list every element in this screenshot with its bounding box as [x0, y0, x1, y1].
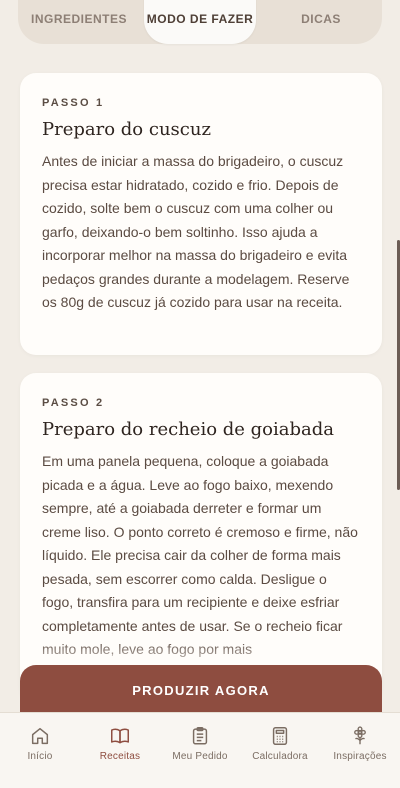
step-text: Antes de iniciar a massa do brigadeiro, … [42, 153, 350, 310]
recipe-tabs: INGREDIENTES MODO DE FAZER DICAS [18, 0, 382, 44]
nav-item-inspiracoes[interactable]: Inspirações [320, 725, 400, 762]
flower-icon [354, 726, 366, 745]
nav-label: Receitas [99, 751, 141, 762]
nav-item-inicio[interactable]: Início [0, 725, 80, 762]
step-label: PASSO 2 [42, 397, 105, 409]
step-label: PASSO 1 [42, 97, 105, 109]
step-title: Preparo do recheio de goiabada [42, 419, 335, 440]
home-icon [31, 727, 49, 745]
nav-label: Inspirações [333, 751, 387, 762]
tab-dicas[interactable]: DICAS [260, 12, 382, 26]
book-icon [111, 728, 129, 744]
step-card-1: PASSO 1 Preparo do cuscuz Antes de inici… [20, 73, 382, 355]
bottom-nav: Início Receitas Meu Pedido Calculadora I… [0, 712, 400, 788]
nav-label: Calculadora [252, 751, 308, 762]
nav-item-calculadora[interactable]: Calculadora [240, 725, 320, 762]
produzir-agora-button[interactable]: PRODUZIR AGORA [20, 665, 382, 715]
nav-item-meu-pedido[interactable]: Meu Pedido [160, 725, 240, 762]
calculator-icon [272, 727, 288, 745]
tab-modo-de-fazer[interactable]: MODO DE FAZER [144, 0, 256, 44]
nav-label: Meu Pedido [172, 751, 228, 762]
clipboard-icon [192, 727, 208, 745]
tab-ingredientes[interactable]: INGREDIENTES [18, 12, 140, 26]
step-title: Preparo do cuscuz [42, 119, 211, 140]
nav-label: Início [27, 751, 53, 762]
nav-item-receitas[interactable]: Receitas [80, 725, 160, 762]
step-card-2: PASSO 2 Preparo do recheio de goiabada E… [20, 373, 382, 703]
step-text: Em uma panela pequena, coloque a goiabad… [42, 453, 358, 657]
